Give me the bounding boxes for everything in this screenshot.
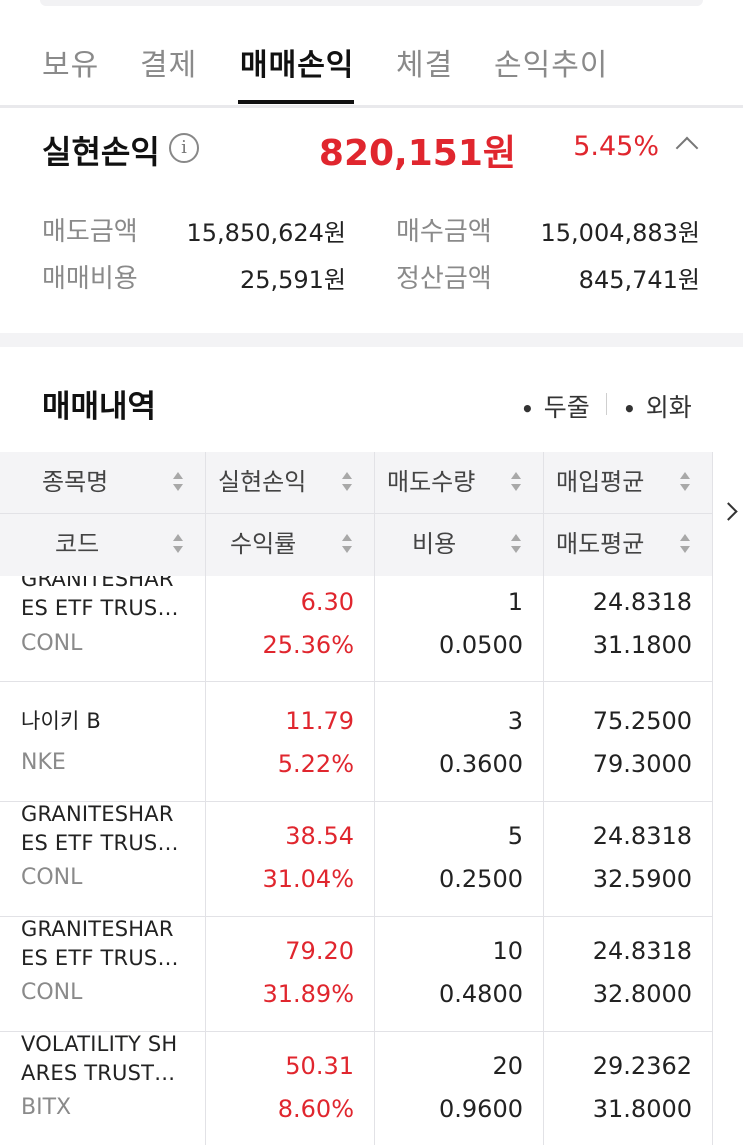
stock-name: VOLATILITY SH ARES TRUST…: [21, 1032, 178, 1085]
return-rate: 31.04%: [262, 865, 354, 893]
buy-avg: 24.8318: [592, 822, 692, 850]
realized-pnl-amount: 820,151원: [318, 133, 516, 174]
sell-avg: 31.8000: [592, 1095, 692, 1123]
trade-history-title: 매매내역: [42, 389, 157, 425]
col-header-return-rate[interactable]: 수익률: [230, 514, 296, 574]
two-line-option[interactable]: • 두줄: [521, 388, 590, 424]
header-divider: [0, 513, 713, 514]
table-row[interactable]: GRANITESHAR ES ETF TRUS… CONL 6.30 25.36…: [0, 576, 713, 686]
section-divider: [0, 333, 743, 347]
buy-avg: 24.8318: [592, 937, 692, 965]
col-header-code[interactable]: 코드: [55, 514, 99, 574]
sell-amount-value: 15,850,624원: [186, 219, 347, 247]
tab-holdings[interactable]: 보유: [42, 40, 99, 84]
stock-code: CONL: [21, 980, 83, 1005]
realized-pnl: 79.20: [285, 937, 354, 965]
tab-pnl-trend[interactable]: 손익추이: [494, 40, 608, 84]
chevron-right-icon[interactable]: [719, 502, 738, 521]
sort-icon[interactable]: [341, 472, 353, 494]
stock-code: CONL: [21, 631, 83, 656]
realized-pnl-rate: 5.45%: [573, 131, 659, 162]
realized-pnl: 38.54: [285, 822, 354, 850]
sell-qty: 3: [507, 707, 523, 735]
sell-qty: 1: [507, 588, 523, 616]
col-header-buy-avg[interactable]: 매입평균: [556, 452, 644, 512]
sell-avg: 79.3000: [592, 750, 692, 778]
cost: 0.9600: [439, 1095, 523, 1123]
two-line-label: 두줄: [543, 393, 590, 422]
stock-code: NKE: [21, 750, 66, 775]
col-header-sell-avg[interactable]: 매도평균: [556, 514, 644, 574]
row-divider: [0, 681, 713, 682]
realized-pnl: 50.31: [285, 1052, 354, 1080]
sell-qty: 10: [492, 937, 523, 965]
sort-icon[interactable]: [510, 534, 522, 556]
tab-settlement[interactable]: 결제: [140, 40, 197, 84]
sell-avg: 32.8000: [592, 980, 692, 1008]
buy-avg: 29.2362: [592, 1052, 692, 1080]
buy-avg: 24.8318: [592, 588, 692, 616]
realized-pnl: 11.79: [285, 707, 354, 735]
stock-name: 나이키 B: [21, 709, 102, 733]
sell-avg: 31.1800: [592, 631, 692, 659]
table-row[interactable]: VOLATILITY SH ARES TRUST… BITX 50.31 8.6…: [0, 1032, 713, 1145]
table-header: 종목명 실현손익 매도수량 매입평균 코드 수익률 비용 매도평균: [0, 452, 713, 576]
tab-trading-pnl[interactable]: 매매손익: [240, 40, 354, 84]
return-rate: 31.89%: [262, 980, 354, 1008]
table-row[interactable]: 나이키 B NKE 11.79 5.22% 3 0.3600 75.2500 7…: [0, 687, 713, 802]
cost: 0.4800: [439, 980, 523, 1008]
cost: 0.3600: [439, 750, 523, 778]
col-header-cost[interactable]: 비용: [412, 514, 456, 574]
cost: 0.2500: [439, 865, 523, 893]
settlement-amount-value: 845,741원: [578, 266, 700, 294]
sell-qty: 20: [492, 1052, 523, 1080]
trade-history-list: GRANITESHAR ES ETF TRUS… CONL 6.30 25.36…: [0, 576, 713, 1145]
tab-bar: 보유 결제 매매손익 체결 손익추이: [0, 28, 743, 108]
realized-pnl-title: 실현손익: [42, 133, 160, 171]
buy-amount-label: 매수금액: [396, 217, 492, 247]
stock-code: CONL: [21, 865, 83, 890]
option-dot-icon: •: [521, 397, 534, 421]
sell-avg: 32.5900: [592, 865, 692, 893]
sell-amount-label: 매도금액: [42, 217, 138, 247]
tab-executions[interactable]: 체결: [396, 40, 453, 84]
table-row[interactable]: GRANITESHAR ES ETF TRUS… CONL 38.54 31.0…: [0, 802, 713, 917]
trade-cost-value: 25,591원: [239, 266, 346, 294]
sort-icon[interactable]: [679, 472, 691, 494]
option-dot-icon: •: [623, 397, 636, 421]
sort-icon[interactable]: [172, 534, 184, 556]
stock-code: BITX: [21, 1095, 72, 1120]
col-header-stock-name[interactable]: 종목명: [42, 452, 108, 512]
foreign-currency-option[interactable]: • 외화: [623, 388, 692, 424]
option-separator: [606, 393, 607, 415]
table-row[interactable]: GRANITESHAR ES ETF TRUS… CONL 79.20 31.8…: [0, 917, 713, 1032]
sort-icon[interactable]: [172, 472, 184, 494]
foreign-currency-label: 외화: [645, 393, 692, 422]
sort-icon[interactable]: [510, 472, 522, 494]
info-icon[interactable]: i: [169, 133, 199, 163]
sell-qty: 5: [507, 822, 523, 850]
top-card-edge: [40, 0, 703, 6]
chevron-up-icon[interactable]: [675, 136, 699, 160]
trade-cost-label: 매매비용: [42, 264, 138, 294]
active-tab-indicator: [238, 100, 354, 104]
buy-amount-value: 15,004,883원: [540, 219, 701, 247]
realized-pnl: 6.30: [300, 588, 354, 616]
return-rate: 5.22%: [277, 750, 354, 778]
settlement-amount-label: 정산금액: [396, 264, 492, 294]
stock-name: GRANITESHAR ES ETF TRUS…: [21, 802, 179, 855]
cost: 0.0500: [439, 631, 523, 659]
buy-avg: 75.2500: [592, 707, 692, 735]
return-rate: 25.36%: [262, 631, 354, 659]
sort-icon[interactable]: [341, 534, 353, 556]
return-rate: 8.60%: [277, 1095, 354, 1123]
col-header-realized-pnl[interactable]: 실현손익: [218, 452, 306, 512]
stock-name: GRANITESHAR ES ETF TRUS…: [21, 576, 179, 620]
sort-icon[interactable]: [679, 534, 691, 556]
stock-name: GRANITESHAR ES ETF TRUS…: [21, 917, 179, 970]
col-header-sell-qty[interactable]: 매도수량: [387, 452, 475, 512]
